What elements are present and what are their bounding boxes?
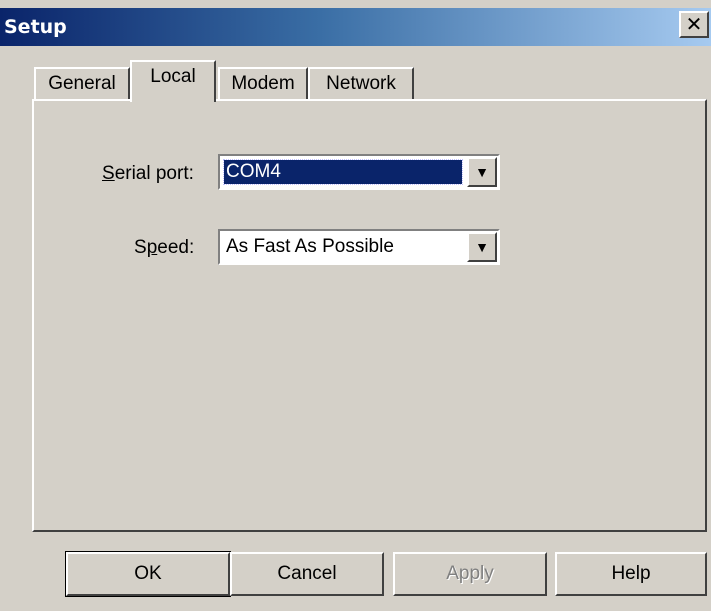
- close-icon: ✕: [685, 12, 703, 36]
- serial-port-label: Serial port:: [102, 163, 194, 184]
- tab-network[interactable]: Network: [308, 67, 414, 101]
- local-tab-panel: Serial port: COM4 ▼ Speed: As Fast As Po…: [32, 99, 707, 532]
- tab-label: Local: [150, 66, 196, 87]
- ok-button[interactable]: OK: [65, 551, 231, 597]
- cancel-button-label: Cancel: [277, 563, 337, 584]
- tab-label: Modem: [231, 73, 295, 94]
- title-bar[interactable]: Setup ✕: [0, 8, 711, 46]
- speed-select[interactable]: As Fast As Possible ▼: [218, 229, 500, 265]
- serial-port-select[interactable]: COM4 ▼: [218, 154, 500, 190]
- tab-general[interactable]: General: [34, 67, 130, 101]
- tab-label: General: [48, 73, 116, 94]
- apply-button-label: Apply: [446, 563, 494, 584]
- serial-port-value: COM4: [223, 159, 463, 185]
- chevron-down-icon: ▼: [475, 164, 489, 180]
- setup-dialog: Setup ✕ General Local Modem Network Seri…: [0, 0, 711, 611]
- speed-dropdown-button[interactable]: ▼: [467, 232, 497, 262]
- help-button[interactable]: Help: [555, 552, 707, 596]
- tab-local[interactable]: Local: [130, 60, 216, 102]
- speed-value: As Fast As Possible: [226, 236, 394, 257]
- window-title: Setup: [4, 16, 67, 38]
- chevron-down-icon: ▼: [475, 239, 489, 255]
- ok-button-label: OK: [134, 563, 162, 584]
- close-button[interactable]: ✕: [679, 11, 709, 38]
- tab-label: Network: [326, 73, 396, 94]
- apply-button[interactable]: Apply: [393, 552, 547, 596]
- speed-label: Speed:: [134, 237, 195, 258]
- help-button-label: Help: [611, 563, 651, 584]
- tab-modem[interactable]: Modem: [218, 67, 308, 101]
- cancel-button[interactable]: Cancel: [230, 552, 384, 596]
- serial-port-dropdown-button[interactable]: ▼: [467, 157, 497, 187]
